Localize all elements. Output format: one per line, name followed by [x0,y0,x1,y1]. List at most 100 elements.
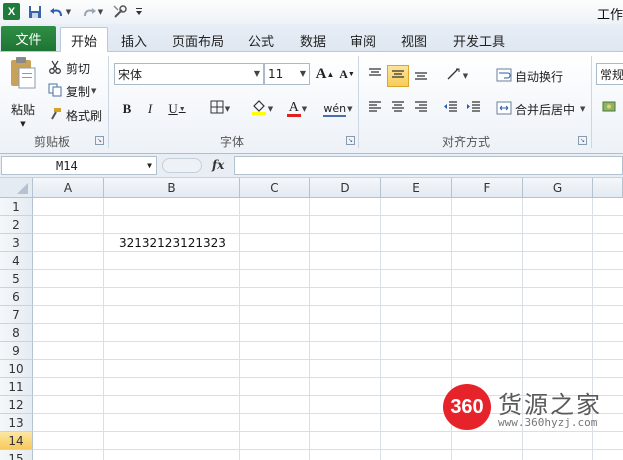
paint-bucket-icon [251,99,267,119]
borders-button[interactable]: ▼ [204,98,236,120]
column-header-d[interactable]: D [310,178,381,198]
row-header-4[interactable]: 4 [0,252,33,270]
align-bottom-icon [414,68,428,84]
wrap-text-button[interactable]: 自动换行 [496,67,563,85]
row-header-6[interactable]: 6 [0,288,33,306]
column-header-partial[interactable] [593,178,623,198]
decrease-indent-icon [444,101,458,117]
phonetic-button[interactable]: wén ▼ [322,98,354,120]
excel-app-icon[interactable]: X [3,3,20,20]
chevron-down-icon: ▼ [147,161,152,170]
caret-down-icon: ▼ [347,70,355,78]
bold-button[interactable]: B [116,98,138,120]
chevron-down-icon: ▼ [301,105,308,113]
copy-button[interactable]: 复制 ▼ [48,82,96,100]
column-header-e[interactable]: E [381,178,452,198]
row-header-13[interactable]: 13 [0,414,33,432]
tab-review[interactable]: 审阅 [342,28,384,52]
tab-view[interactable]: 视图 [393,28,435,52]
tab-developer[interactable]: 开发工具 [446,28,512,52]
underline-button[interactable]: U ▼ [162,98,192,120]
select-all-corner[interactable] [0,178,33,198]
cut-button[interactable]: 剪切 [48,59,90,77]
decrease-indent-button[interactable] [440,98,462,120]
row-gridline [33,449,623,450]
row-header-11[interactable]: 11 [0,378,33,396]
tab-formulas[interactable]: 公式 [240,28,282,52]
column-header-b[interactable]: B [104,178,240,198]
row-header-8[interactable]: 8 [0,324,33,342]
font-color-button[interactable]: A ▼ [281,98,313,120]
undo-icon[interactable]: ▼ [48,2,72,22]
align-center-button[interactable] [387,98,409,120]
row-header-12[interactable]: 12 [0,396,33,414]
tab-home[interactable]: 开始 [60,27,108,53]
row-header-14[interactable]: 14 [0,432,33,450]
row-header-15[interactable]: 15 [0,450,33,460]
font-name-select[interactable]: 宋体 ▼ [114,63,264,85]
italic-button[interactable]: I [139,98,161,120]
number-format-select[interactable]: 常规 [596,63,623,85]
row-header-1[interactable]: 1 [0,198,33,216]
align-top-button[interactable] [364,65,386,87]
cut-label: 剪切 [66,61,91,76]
alignment-launcher-icon[interactable]: ↘ [578,136,587,145]
row-header-7[interactable]: 7 [0,306,33,324]
clipboard-launcher-icon[interactable]: ↘ [95,136,104,145]
align-top-icon [368,68,382,84]
column-header-f[interactable]: F [452,178,523,198]
align-bottom-button[interactable] [410,65,432,87]
floppy-disk-icon[interactable] [26,2,44,22]
row-header-10[interactable]: 10 [0,360,33,378]
row-header-9[interactable]: 9 [0,342,33,360]
align-right-icon [414,101,428,117]
tab-insert[interactable]: 插入 [112,28,156,52]
row-header-5[interactable]: 5 [0,270,33,288]
align-left-button[interactable] [364,98,386,120]
column-header-g[interactable]: G [523,178,593,198]
font-size-value: 11 [268,67,284,81]
tab-data[interactable]: 数据 [292,28,334,52]
fill-color-button[interactable]: ▼ [246,98,278,120]
font-launcher-icon[interactable]: ↘ [346,136,355,145]
ribbon-home: 粘贴 ▼ 剪切 复制 ▼ 格式刷 剪贴板 ↘ 宋体 ▼ 11 ▼ A ▲ A ▼ B… [0,52,623,154]
column-header-a[interactable]: A [33,178,104,198]
chevron-down-icon: ▼ [20,120,26,128]
redo-icon[interactable]: ▼ [80,2,104,22]
align-left-icon [368,101,382,117]
column-header-c[interactable]: C [240,178,310,198]
row-gridline [33,233,623,234]
font-size-select[interactable]: 11 ▼ [264,63,310,85]
currency-icon [602,100,618,118]
paste-button[interactable]: 粘贴 ▼ [5,56,41,128]
cell-b3[interactable]: 32132123121323 [119,236,226,250]
font-group-label: 字体 [219,135,244,149]
tab-page-layout[interactable]: 页面布局 [166,28,230,52]
tools-icon[interactable] [110,2,130,22]
tab-file[interactable]: 文件 [1,26,56,51]
align-right-button[interactable] [410,98,432,120]
orientation-button[interactable]: ▼ [442,65,472,87]
row-header-2[interactable]: 2 [0,216,33,234]
formula-bar-splitter[interactable] [162,158,202,173]
wrap-text-label: 自动换行 [515,69,564,84]
customize-icon[interactable] [133,2,145,22]
insert-function-icon[interactable]: fx [212,158,224,172]
row-gridline [33,287,623,288]
row-header-3[interactable]: 3 [0,234,33,252]
name-box[interactable]: M14 ▼ [1,156,157,175]
watermark-name: 货源之家 [498,391,602,419]
merge-center-button[interactable]: 合并后居中 ▼ [496,100,585,118]
shrink-font-button[interactable]: A ▼ [336,63,358,85]
column-gridline [103,198,104,460]
row-gridline [33,377,623,378]
phonetic-label: wén [323,101,347,117]
grow-font-button[interactable]: A ▲ [314,63,336,85]
align-middle-button[interactable] [387,65,409,87]
copy-icon [48,83,62,100]
column-gridline [309,198,310,460]
currency-format-button[interactable] [599,98,621,120]
increase-indent-button[interactable] [463,98,485,120]
formula-input[interactable] [234,156,623,175]
format-painter-button[interactable]: 格式刷 [48,106,102,124]
